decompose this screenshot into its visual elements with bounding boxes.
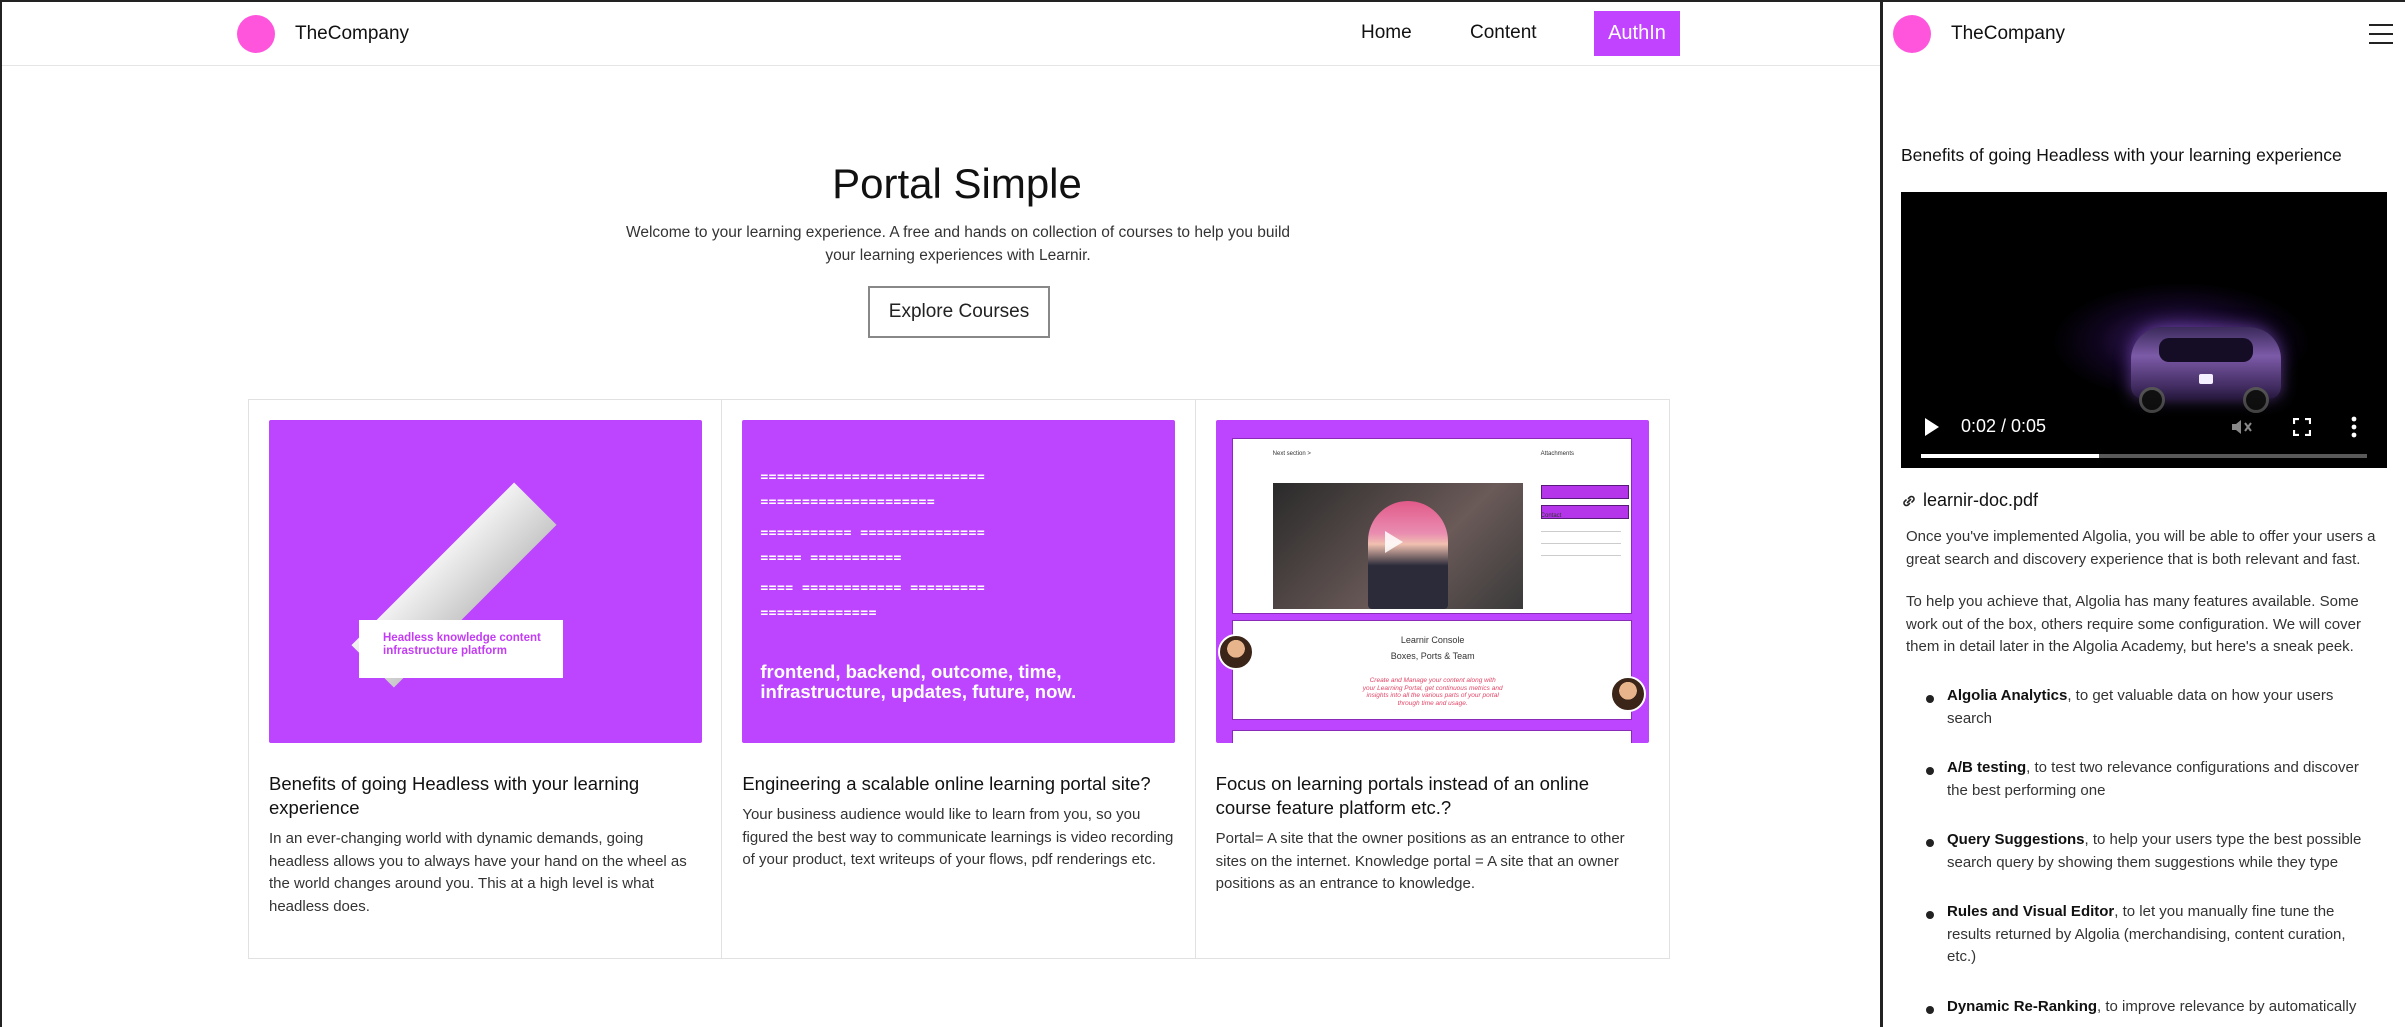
next-section-label: Next section >	[1272, 451, 1311, 457]
feature-name: Algolia Analytics	[1947, 687, 2068, 704]
brand-name[interactable]: TheCompany	[295, 23, 409, 45]
nav-home[interactable]: Home	[1361, 22, 1412, 44]
course-card[interactable]: Next section > Attachments Contact Learn…	[1196, 400, 1669, 958]
feature-name: A/B testing	[1947, 759, 2027, 776]
code-line: =========== ===============	[760, 526, 986, 541]
vehicle-window	[2159, 338, 2253, 362]
feature-list-item: Rules and Visual Editor, to let you manu…	[1947, 901, 2377, 969]
course-card-title[interactable]: Focus on learning portals instead of an …	[1216, 772, 1649, 820]
feature-list-item: Dynamic Re-Ranking, to improve relevance…	[1947, 996, 2377, 1019]
hero-title: Portal Simple	[832, 160, 1082, 207]
course-card-title[interactable]: Benefits of going Headless with your lea…	[269, 772, 702, 820]
code-line: =====================	[760, 495, 936, 510]
avatar	[1217, 634, 1254, 670]
feature-name: Dynamic Re-Ranking	[1947, 998, 2098, 1015]
content-side-panel: TheCompany Benefits of going Headless wi…	[1880, 0, 2405, 1027]
video-player[interactable]: 0:02 / 0:05	[1901, 192, 2387, 468]
feature-name: Rules and Visual Editor	[1947, 903, 2115, 920]
hero-subtitle: Welcome to your learning experience. A f…	[625, 224, 1291, 264]
attachment-link[interactable]: learnir-doc.pdf	[1901, 490, 2038, 511]
contact-label: Contact	[1540, 513, 1562, 519]
feature-list-item: Query Suggestions, to help your users ty…	[1947, 829, 2377, 874]
course-card-image[interactable]: Headless knowledge content infrastructur…	[269, 420, 702, 743]
image-caption: Headless knowledge content infrastructur…	[359, 620, 563, 678]
logo-icon[interactable]	[237, 15, 275, 53]
vehicle-light	[2199, 374, 2213, 384]
play-icon[interactable]	[1925, 418, 1939, 436]
more-options-icon[interactable]	[2351, 416, 2357, 438]
mute-icon[interactable]	[2231, 418, 2253, 436]
console-screenshot-bottom: Learnir Console Boxes, Ports & Team Crea…	[1231, 620, 1632, 720]
console-italic-text: Create and Manage your content along wit…	[1362, 677, 1503, 707]
list-bullet	[1926, 839, 1934, 847]
avatar	[1609, 676, 1646, 712]
attachments-label: Attachments	[1540, 451, 1575, 457]
logo-icon[interactable]	[1893, 15, 1931, 53]
code-line: ==== ============ =========	[760, 581, 986, 596]
link-icon	[1903, 495, 1915, 506]
course-cards: Headless knowledge content infrastructur…	[248, 399, 1670, 959]
video-controls: 0:02 / 0:05	[1901, 388, 2387, 468]
course-card-title[interactable]: Engineering a scalable online learning p…	[742, 772, 1175, 796]
console-screenshot-strip	[1231, 730, 1632, 743]
code-line: ===== ===========	[760, 551, 902, 566]
course-card[interactable]: Headless knowledge content infrastructur…	[249, 400, 723, 958]
feature-list-item: Algolia Analytics, to get valuable data …	[1947, 685, 2377, 730]
explore-courses-button[interactable]: Explore Courses	[868, 286, 1050, 338]
attachment-label[interactable]: learnir-doc.pdf	[1923, 490, 2038, 511]
embedded-video-thumbnail	[1272, 483, 1523, 609]
video-progress-bar[interactable]	[1921, 454, 2367, 458]
top-navbar: TheCompany Home Content AuthIn	[2, 2, 1880, 66]
course-card-image[interactable]: Next section > Attachments Contact Learn…	[1215, 420, 1649, 743]
console-screenshot-top: Next section > Attachments Contact	[1231, 438, 1632, 614]
course-card-description: In an ever-changing world with dynamic d…	[269, 830, 687, 915]
auth-button[interactable]: AuthIn	[1594, 11, 1680, 56]
course-card-image[interactable]: =========================== ============…	[742, 420, 1176, 743]
code-line: ===========================	[760, 470, 986, 485]
image-words: frontend, backend, outcome, time, infras…	[760, 661, 1077, 702]
fullscreen-icon[interactable]	[2293, 418, 2311, 436]
nav-content[interactable]: Content	[1470, 22, 1537, 44]
feature-list-item: A/B testing, to test two relevance confi…	[1947, 757, 2377, 802]
list-bullet	[1926, 767, 1934, 775]
course-card[interactable]: =========================== ============…	[722, 400, 1196, 958]
code-line: ==============	[760, 606, 877, 621]
body-paragraph: To help you achieve that, Algolia has ma…	[1906, 593, 2361, 655]
console-title: Learnir Console	[1400, 635, 1465, 645]
text-line	[1540, 531, 1621, 532]
list-bullet	[1926, 1006, 1934, 1014]
video-time: 0:02 / 0:05	[1961, 416, 2047, 436]
text-line	[1540, 555, 1621, 556]
feature-text: , to improve relevance by automatically	[2097, 998, 2357, 1015]
feature-name: Query Suggestions	[1947, 831, 2085, 848]
video-progress-fill	[1921, 454, 2100, 458]
console-subtitle: Boxes, Ports & Team	[1390, 651, 1475, 661]
list-bullet	[1926, 695, 1934, 703]
menu-icon[interactable]	[2369, 24, 2393, 44]
course-card-description: Your business audience would like to lea…	[742, 806, 1174, 868]
text-line	[1540, 543, 1621, 544]
content-title: Benefits of going Headless with your lea…	[1901, 145, 2342, 165]
list-bullet	[1926, 911, 1934, 919]
main-pane: TheCompany Home Content AuthIn Portal Si…	[0, 0, 1880, 1027]
course-card-description: Portal= A site that the owner positions …	[1215, 830, 1625, 892]
attachment-bar	[1540, 485, 1629, 499]
body-paragraph: Once you've implemented Algolia, you wil…	[1906, 528, 2376, 568]
presenter-figure	[1367, 501, 1448, 609]
brand-name[interactable]: TheCompany	[1951, 23, 2065, 45]
play-icon	[1384, 531, 1403, 553]
